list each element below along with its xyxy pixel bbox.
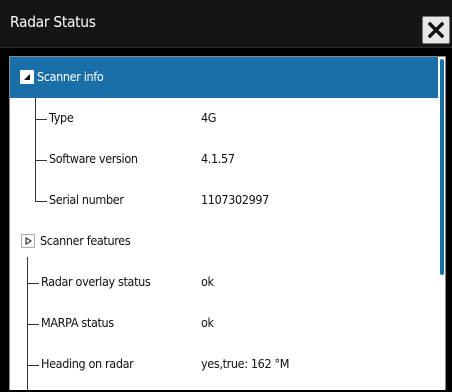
heading-on-radar-label: Heading on radar [41,356,134,371]
tree-item-radar-overlay-status[interactable]: Radar overlay status ok [10,262,438,303]
tree-item-label: Scanner features [40,233,131,248]
heading-on-radar-value: yes,true: 162 °M [201,356,290,371]
software-version-label: Software version [49,151,138,166]
tree-item-label: Scanner info [37,69,104,84]
triangle-right-icon [25,237,32,245]
title-bar: Radar Status [0,0,452,48]
tree-item-serial-number[interactable]: Serial number 1107302997 [10,180,438,221]
expand-toggle-scanner-info[interactable] [20,70,34,84]
tree-item-scanner-info[interactable]: Scanner info [10,57,438,98]
marpa-status-value: ok [201,315,214,330]
marpa-status-label: MARPA status [41,315,114,330]
triangle-down-icon [24,74,30,80]
status-tree-panel[interactable]: Scanner info Type 4G Software version 4.… [9,56,446,392]
vertical-scrollbar[interactable] [440,59,444,275]
tree-item-software-version[interactable]: Software version 4.1.57 [10,139,438,180]
tree-item-scanner-features[interactable]: Scanner features [10,221,438,262]
dialog-title: Radar Status [10,13,96,31]
software-version-value: 4.1.57 [201,151,235,166]
radar-overlay-status-label: Radar overlay status [41,274,151,289]
radar-overlay-status-value: ok [201,274,214,289]
serial-number-label: Serial number [49,192,124,207]
close-button[interactable] [422,16,450,44]
type-label: Type [49,110,74,125]
close-icon [427,21,445,39]
tree-item-marpa-status[interactable]: MARPA status ok [10,303,438,344]
tree-item-heading-on-radar[interactable]: Heading on radar yes,true: 162 °M [10,344,438,385]
tree-item-type[interactable]: Type 4G [10,98,438,139]
type-value: 4G [201,110,217,125]
serial-number-value: 1107302997 [201,192,269,207]
expand-toggle-scanner-features[interactable] [21,234,35,248]
radar-status-dialog: Radar Status Scanner info Type 4G Softwa… [0,0,452,392]
